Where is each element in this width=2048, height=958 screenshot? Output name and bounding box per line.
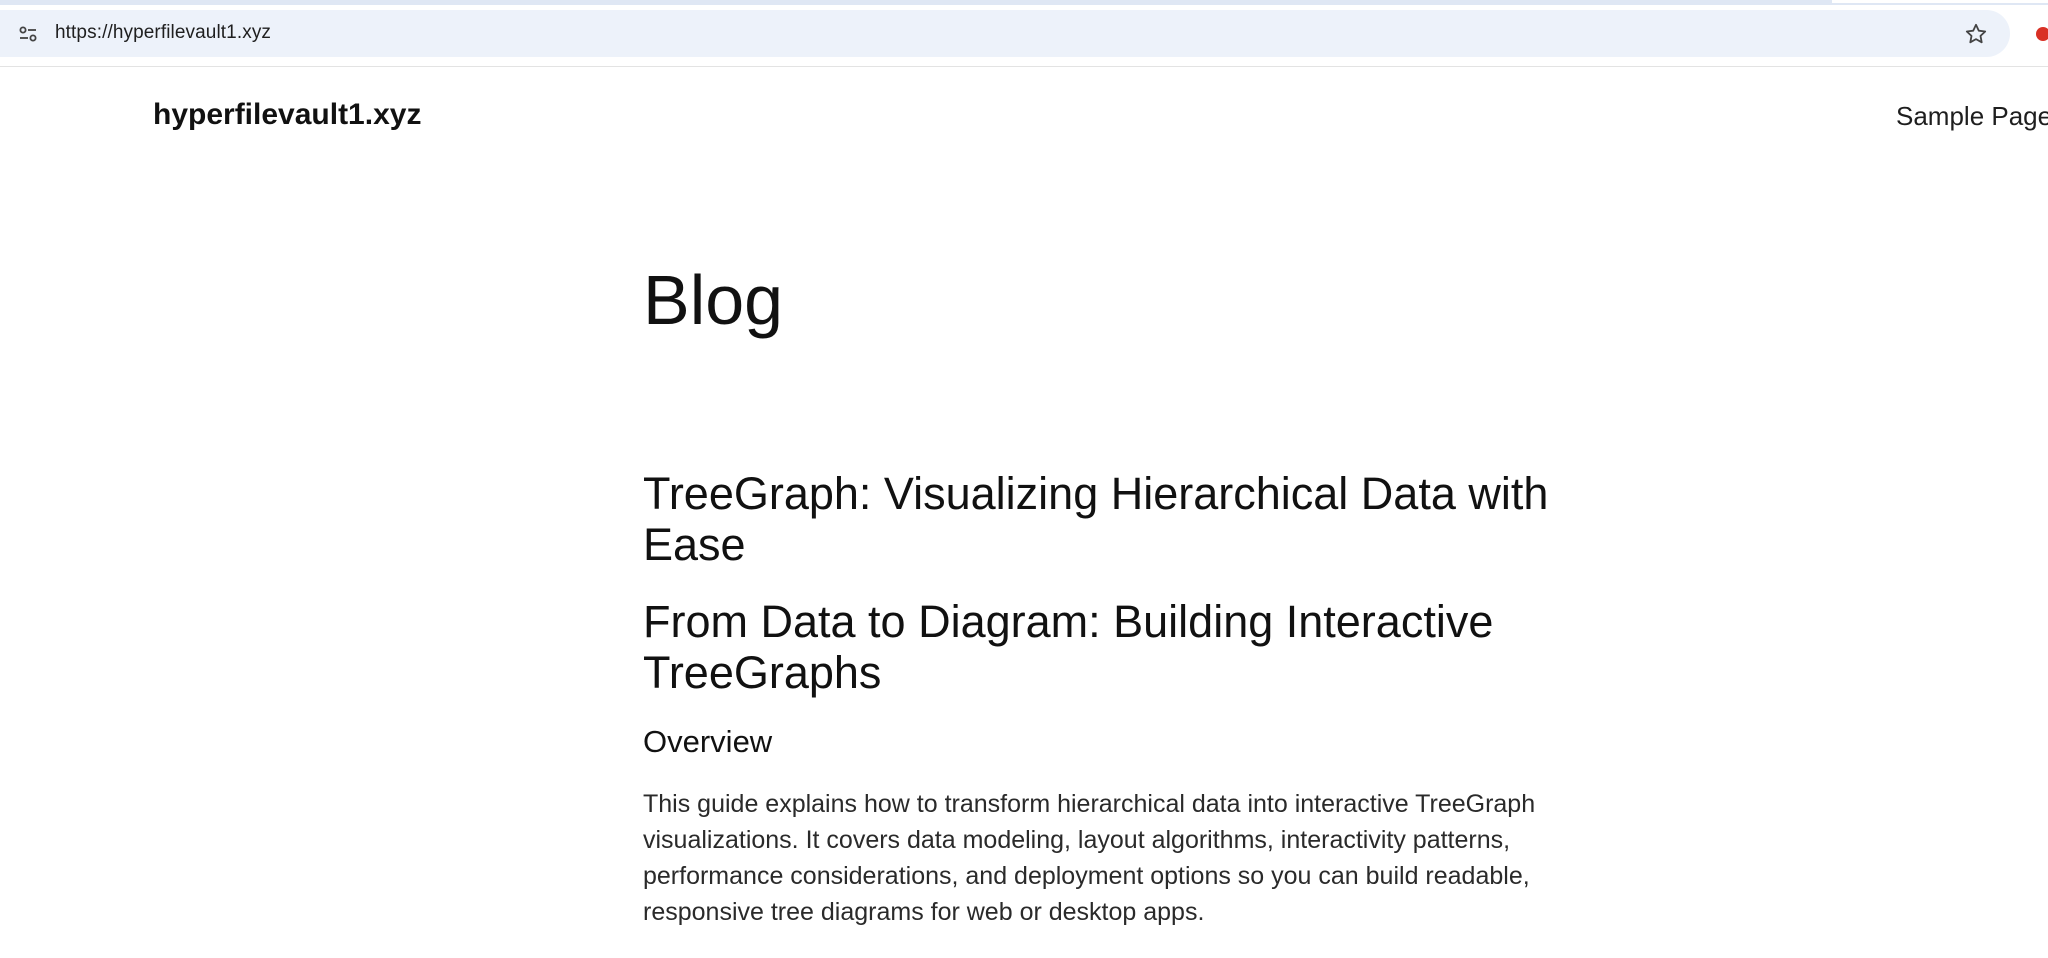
url-text[interactable]: https://hyperfilevault1.xyz	[55, 22, 271, 44]
star-icon[interactable]	[1964, 22, 1988, 46]
page-title: Blog	[643, 261, 784, 339]
browser-tab-edge	[1832, 0, 2048, 3]
post-title-link[interactable]: TreeGraph: Visualizing Hierarchical Data…	[643, 468, 1563, 570]
site-title-link[interactable]: hyperfilevault1.xyz	[153, 98, 421, 132]
address-bar[interactable]	[0, 10, 2010, 57]
nav-sample-page-link[interactable]: Sample Page	[1896, 101, 2048, 132]
browser-divider	[0, 66, 2048, 67]
overview-heading: Overview	[643, 724, 773, 759]
browser-top-strip	[0, 0, 2048, 5]
overview-paragraph: This guide explains how to transform hie…	[643, 790, 1536, 926]
tune-icon[interactable]	[18, 24, 38, 44]
post-subheading: From Data to Diagram: Building Interacti…	[643, 596, 1494, 698]
extension-icon[interactable]	[2036, 27, 2048, 41]
